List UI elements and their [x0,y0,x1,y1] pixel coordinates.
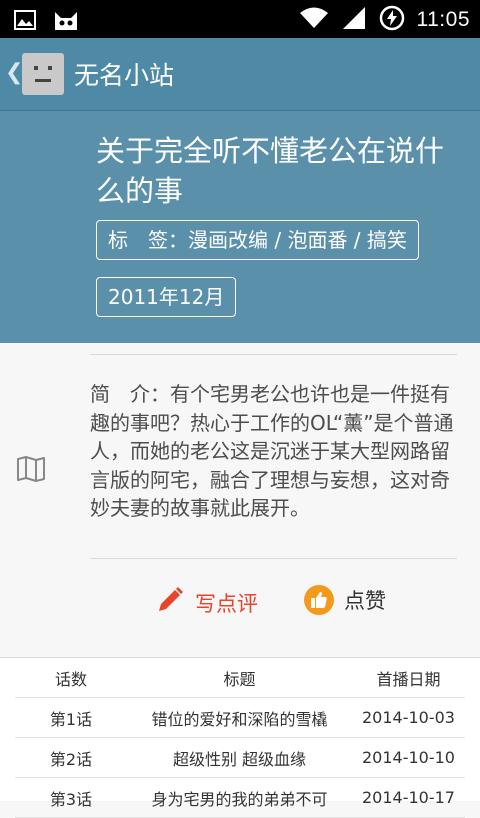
clock: 11:05 [416,8,470,31]
intro-text: 简 介：有个宅男老公也许也是一件挺有趣的事吧？热心于工作的OL“薰”是个普通人，… [90,382,454,520]
action-row: 写点评 点赞 [0,585,480,635]
column-header-date: 首播日期 [352,658,465,698]
episode-table-section: 话数 标题 首播日期 第1话 错位的爱好和深陷的雪橇 2014-10-03 第2… [0,657,480,818]
app-logo[interactable] [22,53,64,95]
episode-number: 第2话 [15,737,127,778]
date-badge: 2011年12月 [96,277,237,317]
app-bar: ❮ 无名小站 [0,38,480,111]
table-row[interactable]: 第1话 错位的爱好和深陷的雪橇 2014-10-03 [15,697,465,738]
image-notification-icon [14,10,36,34]
like-label: 点赞 [344,589,386,613]
book-icon [16,455,46,487]
episode-number: 第3话 [15,777,127,818]
tags-badge: 标 签：漫画改编 / 泡面番 / 搞笑 [96,220,419,260]
site-name: 无名小站 [74,61,175,90]
episode-table: 话数 标题 首播日期 第1话 错位的爱好和深陷的雪橇 2014-10-03 第2… [15,658,465,818]
episode-date: 2014-10-10 [352,737,465,778]
episode-date: 2014-10-17 [352,777,465,818]
episode-title: 超级性别 超级血缘 [127,737,352,778]
pencil-icon [155,585,185,620]
episode-title: 错位的爱好和深陷的雪橇 [127,697,352,738]
write-review-label: 写点评 [195,591,258,616]
divider [90,558,457,559]
page-title: 关于完全听不懂老公在说什么的事 [96,134,445,208]
table-header-row: 话数 标题 首播日期 [15,658,465,698]
column-header-title: 标题 [127,658,352,698]
table-row[interactable]: 第3话 身为宅男的我的弟弟不可 2014-10-17 [15,777,465,818]
battery-charging-icon [379,5,405,35]
wifi-icon [299,6,329,34]
status-bar: 11:05 [0,0,480,38]
table-row[interactable]: 第2话 超级性别 超级血缘 2014-10-10 [15,737,465,778]
like-button[interactable]: 点赞 [304,585,386,615]
divider [90,354,457,355]
column-header-episode: 话数 [15,658,127,698]
episode-title: 身为宅男的我的弟弟不可 [127,777,352,818]
episode-number: 第1话 [15,697,127,738]
write-review-button[interactable]: 写点评 [155,585,258,620]
cat-notification-icon [52,8,80,36]
back-chevron-icon[interactable]: ❮ [5,60,23,85]
signal-icon [341,6,367,34]
thumbs-up-icon [304,585,334,615]
episode-date: 2014-10-03 [352,697,465,738]
detail-header: 关于完全听不懂老公在说什么的事 标 签：漫画改编 / 泡面番 / 搞笑 2011… [0,111,480,343]
